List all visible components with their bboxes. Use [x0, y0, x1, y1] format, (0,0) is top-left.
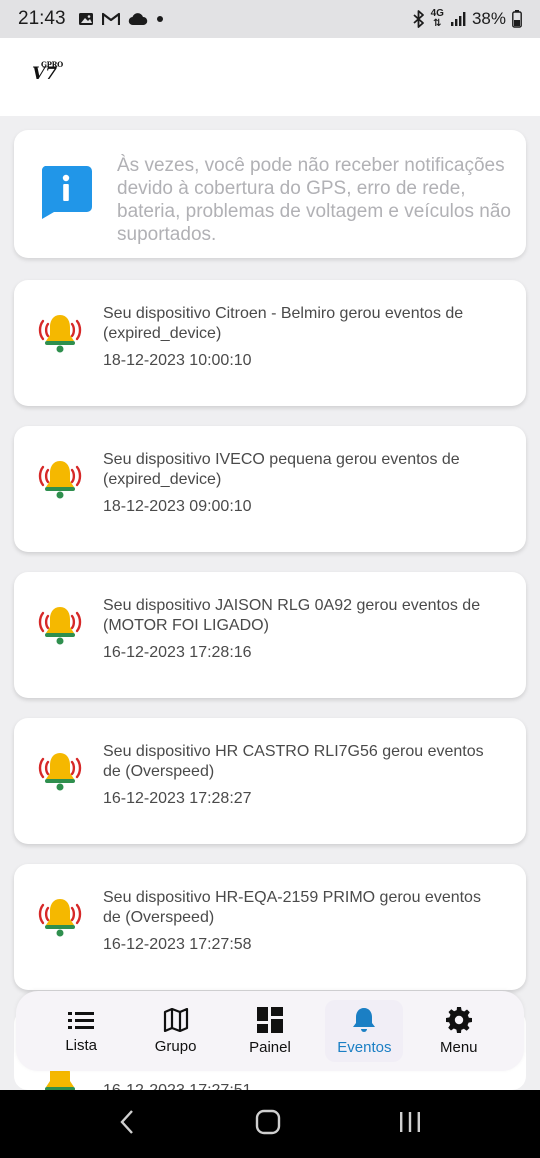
info-chat-icon — [40, 166, 92, 225]
alarm-bell-icon — [36, 896, 84, 945]
cloud-icon — [128, 12, 148, 26]
bluetooth-icon — [413, 10, 425, 28]
app-header: GPRO V7 — [0, 38, 540, 116]
gmail-icon — [101, 12, 120, 26]
nav-item-menu[interactable]: Menu — [420, 1000, 498, 1062]
event-card[interactable]: Seu dispositivo HR-EQA-2159 PRIMO gerou … — [14, 864, 526, 990]
app-logo: GPRO V7 — [32, 60, 63, 84]
event-time: 16-12-2023 17:27:51 — [103, 1082, 252, 1090]
dashboard-icon — [256, 1006, 283, 1033]
event-time: 18-12-2023 09:00:10 — [103, 498, 252, 515]
back-icon[interactable] — [118, 1109, 138, 1140]
signal-icon — [450, 11, 466, 27]
event-card[interactable]: Seu dispositivo Citroen - Belmiro gerou … — [14, 280, 526, 406]
network-type: 4G ⇅ — [431, 9, 444, 29]
nav-label: Grupo — [154, 1037, 197, 1055]
bottom-nav: Lista Grupo Painel Eventos Menu — [16, 991, 524, 1071]
info-card: Às vezes, você pode não receber notifica… — [14, 130, 526, 258]
alarm-bell-icon — [36, 750, 84, 799]
home-icon[interactable] — [255, 1109, 281, 1140]
nav-label: Eventos — [337, 1038, 392, 1056]
battery-percent: 38% — [471, 9, 506, 28]
event-message: Seu dispositivo IVECO pequena gerou even… — [103, 451, 460, 488]
event-time: 16-12-2023 17:28:16 — [103, 644, 252, 661]
alarm-bell-icon — [36, 458, 84, 507]
nav-item-painel[interactable]: Painel — [231, 1000, 309, 1062]
notification-dot-icon — [156, 15, 164, 23]
nav-label: Painel — [249, 1038, 291, 1056]
info-text: Às vezes, você pode não receber notifica… — [117, 155, 511, 245]
event-time: 16-12-2023 17:28:27 — [103, 790, 252, 807]
nav-label: Menu — [439, 1038, 478, 1056]
event-time: 18-12-2023 10:00:10 — [103, 352, 252, 369]
event-time: 16-12-2023 17:27:58 — [103, 936, 252, 953]
nav-label: Lista — [65, 1036, 98, 1054]
logo-sup: GPRO — [41, 60, 63, 69]
status-bar: 21:43 4G ⇅ 38% — [0, 0, 540, 38]
recents-icon[interactable] — [398, 1110, 422, 1139]
nav-item-lista[interactable]: Lista — [42, 1000, 120, 1062]
status-left: 21:43 — [18, 8, 164, 30]
event-message: Seu dispositivo HR-EQA-2159 PRIMO gerou … — [103, 889, 481, 926]
data-arrows-icon: ⇅ — [433, 18, 442, 29]
event-card[interactable]: Seu dispositivo JAISON RLG 0A92 gerou ev… — [14, 572, 526, 698]
alarm-bell-icon — [36, 312, 84, 361]
nav-item-eventos[interactable]: Eventos — [325, 1000, 404, 1062]
map-icon — [163, 1007, 188, 1032]
list-icon — [68, 1011, 95, 1029]
event-card[interactable]: Seu dispositivo HR CASTRO RLI7G56 gerou … — [14, 718, 526, 844]
bell-icon — [353, 1007, 376, 1032]
gallery-icon — [78, 11, 94, 27]
battery-icon — [512, 10, 522, 28]
alarm-bell-icon — [36, 604, 84, 653]
status-right: 4G ⇅ 38% — [413, 9, 522, 29]
event-message: Seu dispositivo JAISON RLG 0A92 gerou ev… — [103, 597, 481, 634]
event-card[interactable]: Seu dispositivo IVECO pequena gerou even… — [14, 426, 526, 552]
status-time: 21:43 — [18, 8, 66, 29]
nav-item-grupo[interactable]: Grupo — [137, 1000, 215, 1062]
gear-icon — [445, 1006, 472, 1033]
system-nav-bar — [0, 1090, 540, 1158]
event-message: Seu dispositivo HR CASTRO RLI7G56 gerou … — [103, 743, 484, 780]
event-message: Seu dispositivo Citroen - Belmiro gerou … — [103, 305, 464, 342]
